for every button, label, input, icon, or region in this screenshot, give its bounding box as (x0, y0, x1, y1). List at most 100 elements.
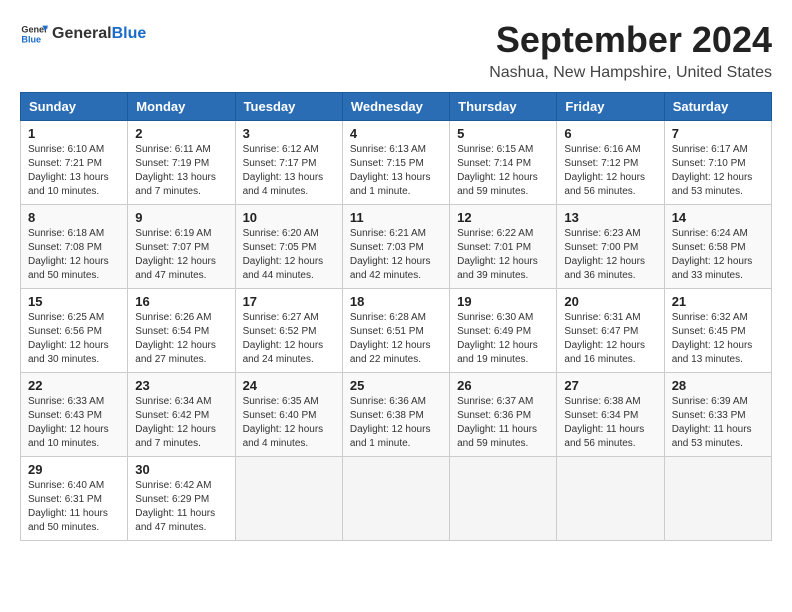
day-info: Sunrise: 6:15 AM Sunset: 7:14 PM Dayligh… (457, 143, 549, 199)
calendar-cell: 7 Sunrise: 6:17 AM Sunset: 7:10 PM Daylig… (664, 120, 771, 204)
day-number: 4 (350, 126, 442, 141)
day-info: Sunrise: 6:10 AM Sunset: 7:21 PM Dayligh… (28, 143, 120, 199)
day-number: 12 (457, 210, 549, 225)
calendar-cell (342, 456, 449, 540)
calendar-week-row: 15Sunrise: 6:25 AM Sunset: 6:56 PM Dayli… (21, 288, 772, 372)
day-info: Sunrise: 6:11 AM Sunset: 7:19 PM Dayligh… (135, 143, 227, 199)
logo-blue-text: Blue (112, 25, 147, 42)
day-number: 26 (457, 378, 549, 393)
calendar-cell: 17 Sunrise: 6:27 AM Sunset: 6:52 PM Dayli… (235, 288, 342, 372)
calendar-week-row: 1 Sunrise: 6:10 AM Sunset: 7:21 PM Daylig… (21, 120, 772, 204)
calendar-cell: 24 Sunrise: 6:35 AM Sunset: 6:40 PM Dayli… (235, 372, 342, 456)
day-number: 20 (564, 294, 656, 309)
calendar-cell: 8Sunrise: 6:18 AM Sunset: 7:08 PM Daylig… (21, 204, 128, 288)
day-info: Sunrise: 6:35 AM Sunset: 6:40 PM Dayligh… (243, 395, 335, 451)
day-number: 22 (28, 378, 120, 393)
calendar-cell: 27 Sunrise: 6:38 AM Sunset: 6:34 PM Dayli… (557, 372, 664, 456)
header-friday: Friday (557, 92, 664, 120)
calendar-cell (450, 456, 557, 540)
calendar-cell: 13 Sunrise: 6:23 AM Sunset: 7:00 PM Dayli… (557, 204, 664, 288)
calendar-cell (235, 456, 342, 540)
calendar-cell: 21 Sunrise: 6:32 AM Sunset: 6:45 PM Dayli… (664, 288, 771, 372)
calendar-cell: 16 Sunrise: 6:26 AM Sunset: 6:54 PM Dayli… (128, 288, 235, 372)
day-info: Sunrise: 6:32 AM Sunset: 6:45 PM Dayligh… (672, 311, 764, 367)
header-thursday: Thursday (450, 92, 557, 120)
day-number: 18 (350, 294, 442, 309)
calendar-cell: 18Sunrise: 6:28 AM Sunset: 6:51 PM Dayli… (342, 288, 449, 372)
calendar-cell: 11 Sunrise: 6:21 AM Sunset: 7:03 PM Dayli… (342, 204, 449, 288)
day-info: Sunrise: 6:19 AM Sunset: 7:07 PM Dayligh… (135, 227, 227, 283)
day-info: Sunrise: 6:31 AM Sunset: 6:47 PM Dayligh… (564, 311, 656, 367)
day-info: Sunrise: 6:22 AM Sunset: 7:01 PM Dayligh… (457, 227, 549, 283)
day-info: Sunrise: 6:38 AM Sunset: 6:34 PM Dayligh… (564, 395, 656, 451)
day-number: 13 (564, 210, 656, 225)
day-number: 9 (135, 210, 227, 225)
calendar-cell: 29 Sunrise: 6:40 AM Sunset: 6:31 PM Dayli… (21, 456, 128, 540)
day-info: Sunrise: 6:42 AM Sunset: 6:29 PM Dayligh… (135, 479, 227, 535)
day-info: Sunrise: 6:17 AM Sunset: 7:10 PM Dayligh… (672, 143, 764, 199)
day-info: Sunrise: 6:12 AM Sunset: 7:17 PM Dayligh… (243, 143, 335, 199)
header-monday: Monday (128, 92, 235, 120)
calendar-cell: 20 Sunrise: 6:31 AM Sunset: 6:47 PM Dayli… (557, 288, 664, 372)
day-info: Sunrise: 6:20 AM Sunset: 7:05 PM Dayligh… (243, 227, 335, 283)
calendar-cell: 3 Sunrise: 6:12 AM Sunset: 7:17 PM Daylig… (235, 120, 342, 204)
header: General Blue GeneralBlue September 2024 … (20, 20, 772, 82)
calendar-cell: 6 Sunrise: 6:16 AM Sunset: 7:12 PM Daylig… (557, 120, 664, 204)
calendar-cell: 5 Sunrise: 6:15 AM Sunset: 7:14 PM Daylig… (450, 120, 557, 204)
day-info: Sunrise: 6:16 AM Sunset: 7:12 PM Dayligh… (564, 143, 656, 199)
header-wednesday: Wednesday (342, 92, 449, 120)
day-info: Sunrise: 6:33 AM Sunset: 6:43 PM Dayligh… (28, 395, 120, 451)
day-number: 3 (243, 126, 335, 141)
day-info: Sunrise: 6:40 AM Sunset: 6:31 PM Dayligh… (28, 479, 120, 535)
day-number: 24 (243, 378, 335, 393)
day-info: Sunrise: 6:26 AM Sunset: 6:54 PM Dayligh… (135, 311, 227, 367)
calendar-cell: 30 Sunrise: 6:42 AM Sunset: 6:29 PM Dayli… (128, 456, 235, 540)
day-number: 21 (672, 294, 764, 309)
calendar-header-row: SundayMondayTuesdayWednesdayThursdayFrid… (21, 92, 772, 120)
calendar-cell: 14Sunrise: 6:24 AM Sunset: 6:58 PM Dayli… (664, 204, 771, 288)
calendar-cell: 19 Sunrise: 6:30 AM Sunset: 6:49 PM Dayli… (450, 288, 557, 372)
day-number: 30 (135, 462, 227, 477)
day-number: 19 (457, 294, 549, 309)
day-info: Sunrise: 6:23 AM Sunset: 7:00 PM Dayligh… (564, 227, 656, 283)
day-info: Sunrise: 6:21 AM Sunset: 7:03 PM Dayligh… (350, 227, 442, 283)
day-info: Sunrise: 6:36 AM Sunset: 6:38 PM Dayligh… (350, 395, 442, 451)
month-title: September 2024 (489, 20, 772, 60)
svg-text:Blue: Blue (21, 34, 41, 44)
header-tuesday: Tuesday (235, 92, 342, 120)
calendar-cell (557, 456, 664, 540)
calendar-week-row: 22 Sunrise: 6:33 AM Sunset: 6:43 PM Dayli… (21, 372, 772, 456)
day-number: 10 (243, 210, 335, 225)
calendar-cell: 28Sunrise: 6:39 AM Sunset: 6:33 PM Dayli… (664, 372, 771, 456)
logo-general-text: General (52, 25, 112, 42)
day-number: 28 (672, 378, 764, 393)
day-number: 27 (564, 378, 656, 393)
day-number: 5 (457, 126, 549, 141)
location-subtitle: Nashua, New Hampshire, United States (489, 64, 772, 82)
day-number: 2 (135, 126, 227, 141)
title-area: September 2024 Nashua, New Hampshire, Un… (489, 20, 772, 82)
header-sunday: Sunday (21, 92, 128, 120)
day-info: Sunrise: 6:27 AM Sunset: 6:52 PM Dayligh… (243, 311, 335, 367)
day-number: 6 (564, 126, 656, 141)
day-number: 25 (350, 378, 442, 393)
calendar-cell: 9 Sunrise: 6:19 AM Sunset: 7:07 PM Daylig… (128, 204, 235, 288)
day-number: 17 (243, 294, 335, 309)
day-number: 15 (28, 294, 120, 309)
calendar-cell: 4Sunrise: 6:13 AM Sunset: 7:15 PM Daylig… (342, 120, 449, 204)
day-number: 29 (28, 462, 120, 477)
day-number: 1 (28, 126, 120, 141)
calendar-cell: 15Sunrise: 6:25 AM Sunset: 6:56 PM Dayli… (21, 288, 128, 372)
calendar-cell (664, 456, 771, 540)
day-number: 16 (135, 294, 227, 309)
calendar-cell: 23Sunrise: 6:34 AM Sunset: 6:42 PM Dayli… (128, 372, 235, 456)
day-number: 23 (135, 378, 227, 393)
day-number: 11 (350, 210, 442, 225)
calendar-cell: 22 Sunrise: 6:33 AM Sunset: 6:43 PM Dayli… (21, 372, 128, 456)
day-number: 7 (672, 126, 764, 141)
calendar-table: SundayMondayTuesdayWednesdayThursdayFrid… (20, 92, 772, 541)
day-info: Sunrise: 6:30 AM Sunset: 6:49 PM Dayligh… (457, 311, 549, 367)
day-info: Sunrise: 6:18 AM Sunset: 7:08 PM Dayligh… (28, 227, 120, 283)
calendar-cell: 12 Sunrise: 6:22 AM Sunset: 7:01 PM Dayli… (450, 204, 557, 288)
logo-icon: General Blue (20, 20, 48, 48)
